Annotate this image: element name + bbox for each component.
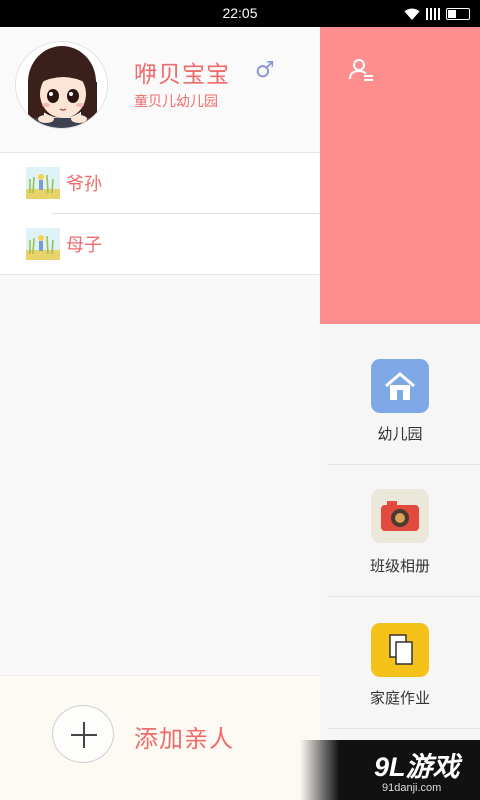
- main-content: 幼儿园 班级相册 家庭作业: [320, 27, 480, 800]
- menu-item-kindergarten[interactable]: 幼儿园: [328, 333, 480, 465]
- status-bar: 22:05: [0, 0, 480, 27]
- menu-item-homework[interactable]: 家庭作业: [328, 597, 480, 729]
- menu-item-label: 家庭作业: [369, 689, 430, 707]
- menu-item-class-album[interactable]: 班级相册: [328, 465, 480, 597]
- family-item-label: 爷孙: [66, 174, 102, 195]
- add-relative-label: 添加亲人: [134, 725, 234, 753]
- family-item-label: 母子: [66, 235, 102, 256]
- family-item-mother[interactable]: 母子: [0, 214, 320, 275]
- school-name: 童贝儿幼儿园: [134, 94, 218, 110]
- avatar[interactable]: [15, 41, 108, 129]
- profile-name: 咿贝宝宝: [134, 62, 230, 88]
- wifi-icon: [404, 8, 420, 20]
- profile-header[interactable]: 咿贝宝宝 ♂ 童贝儿幼儿园: [0, 27, 320, 153]
- menu-item-label: 班级相册: [369, 557, 430, 575]
- family-list: 爷孙 母子: [0, 153, 320, 275]
- navigation-drawer: 咿贝宝宝 ♂ 童贝儿幼儿园 爷孙 母子 添加亲人: [0, 27, 320, 800]
- family-photo-icon: [26, 167, 60, 199]
- watermark-url: 91danji.com: [382, 782, 442, 794]
- male-gender-icon: ♂: [255, 58, 275, 83]
- family-photo-icon: [26, 228, 60, 260]
- home-icon: [371, 359, 429, 413]
- app-screen: 22:05 咿贝宝宝 ♂ 童贝儿幼儿园 爷孙 母子 添加亲人 幼儿园 班级相册 …: [0, 0, 480, 800]
- girl-avatar-icon: [16, 42, 107, 128]
- family-item-grandparent[interactable]: 爷孙: [0, 153, 320, 214]
- status-icons: [404, 6, 470, 22]
- signal-icon: [426, 8, 440, 20]
- user-profile-icon[interactable]: [348, 57, 374, 83]
- add-relative-bar[interactable]: 添加亲人: [0, 675, 320, 800]
- watermark-logo: 9L游戏: [374, 752, 460, 782]
- add-relative-button[interactable]: [52, 705, 114, 763]
- menu-item-label: 幼儿园: [377, 425, 423, 443]
- homework-icon: [371, 623, 429, 677]
- battery-icon: [446, 8, 470, 20]
- camera-icon: [371, 489, 429, 543]
- main-header: [320, 27, 480, 324]
